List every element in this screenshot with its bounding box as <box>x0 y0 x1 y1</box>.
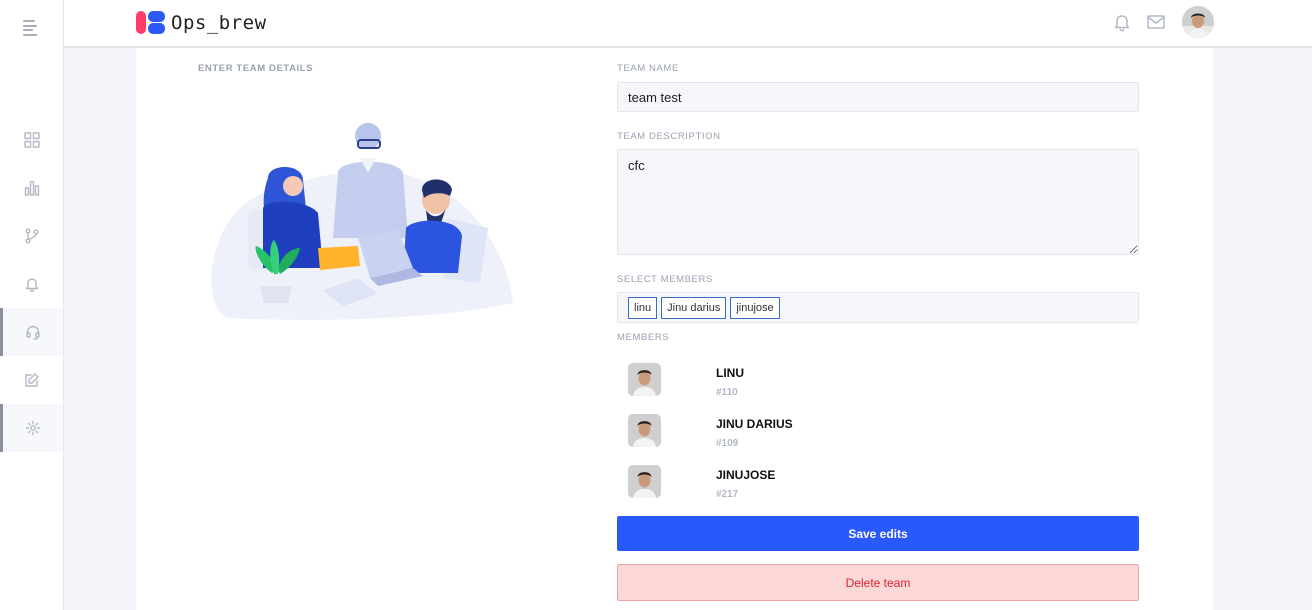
sidebar-item-edit[interactable] <box>0 356 63 404</box>
gear-icon <box>25 420 41 436</box>
member-name: LINU <box>716 366 744 380</box>
team-description-textarea[interactable]: cfc <box>617 149 1139 255</box>
headset-icon <box>26 325 40 340</box>
save-edits-button[interactable]: Save edits <box>617 516 1139 551</box>
member-avatar <box>628 414 661 447</box>
member-select-input[interactable]: linu Jinu darius jinujose <box>617 292 1139 323</box>
select-members-label: SELECT MEMBERS <box>617 274 713 285</box>
notifications-bell-icon[interactable] <box>1112 12 1132 32</box>
logo-mark-icon <box>136 11 165 34</box>
team-name-label: TEAM NAME <box>617 63 679 74</box>
team-name-input[interactable] <box>617 82 1139 112</box>
team-illustration <box>208 118 518 328</box>
sidebar-item-dashboard[interactable] <box>0 116 63 164</box>
members-label: MEMBERS <box>617 332 670 343</box>
top-header: Ops_brew <box>64 0 1312 48</box>
bar-chart-icon <box>24 181 39 196</box>
member-avatar <box>628 363 661 396</box>
member-tag[interactable]: linu <box>628 296 658 319</box>
member-list-item: JINU DARIUS #109 <box>628 414 1028 449</box>
app-logo[interactable]: Ops_brew <box>136 11 267 34</box>
sidebar-item-support[interactable] <box>0 308 63 356</box>
sidebar-item-git[interactable] <box>0 212 63 260</box>
git-branch-icon <box>25 228 38 244</box>
sidebar-item-settings[interactable] <box>0 404 63 452</box>
menu-toggle-icon[interactable] <box>23 20 41 36</box>
member-tag[interactable]: Jinu darius <box>661 296 727 319</box>
member-avatar <box>628 465 661 498</box>
member-name: JINUJOSE <box>716 468 776 482</box>
app-name: Ops_brew <box>171 11 267 34</box>
grid-icon <box>23 132 40 148</box>
sidebar-item-notifications[interactable] <box>0 260 63 308</box>
team-description-label: TEAM DESCRIPTION <box>617 131 721 142</box>
member-list-item: JINUJOSE #217 <box>628 465 1028 500</box>
sidebar-item-analytics[interactable] <box>0 164 63 212</box>
member-tag[interactable]: jinujose <box>730 296 780 319</box>
member-name: JINU DARIUS <box>716 417 793 431</box>
member-id: #110 <box>716 387 738 398</box>
member-id: #217 <box>716 489 739 500</box>
user-avatar[interactable] <box>1182 6 1214 38</box>
section-title: ENTER TEAM DETAILS <box>198 63 314 74</box>
mail-icon[interactable] <box>1146 12 1166 32</box>
bell-icon <box>25 278 38 292</box>
delete-team-button[interactable]: Delete team <box>617 564 1139 601</box>
sidebar <box>0 0 64 610</box>
member-list-item: LINU #110 <box>628 363 1028 398</box>
member-id: #109 <box>716 438 739 449</box>
edit-icon <box>24 373 39 387</box>
